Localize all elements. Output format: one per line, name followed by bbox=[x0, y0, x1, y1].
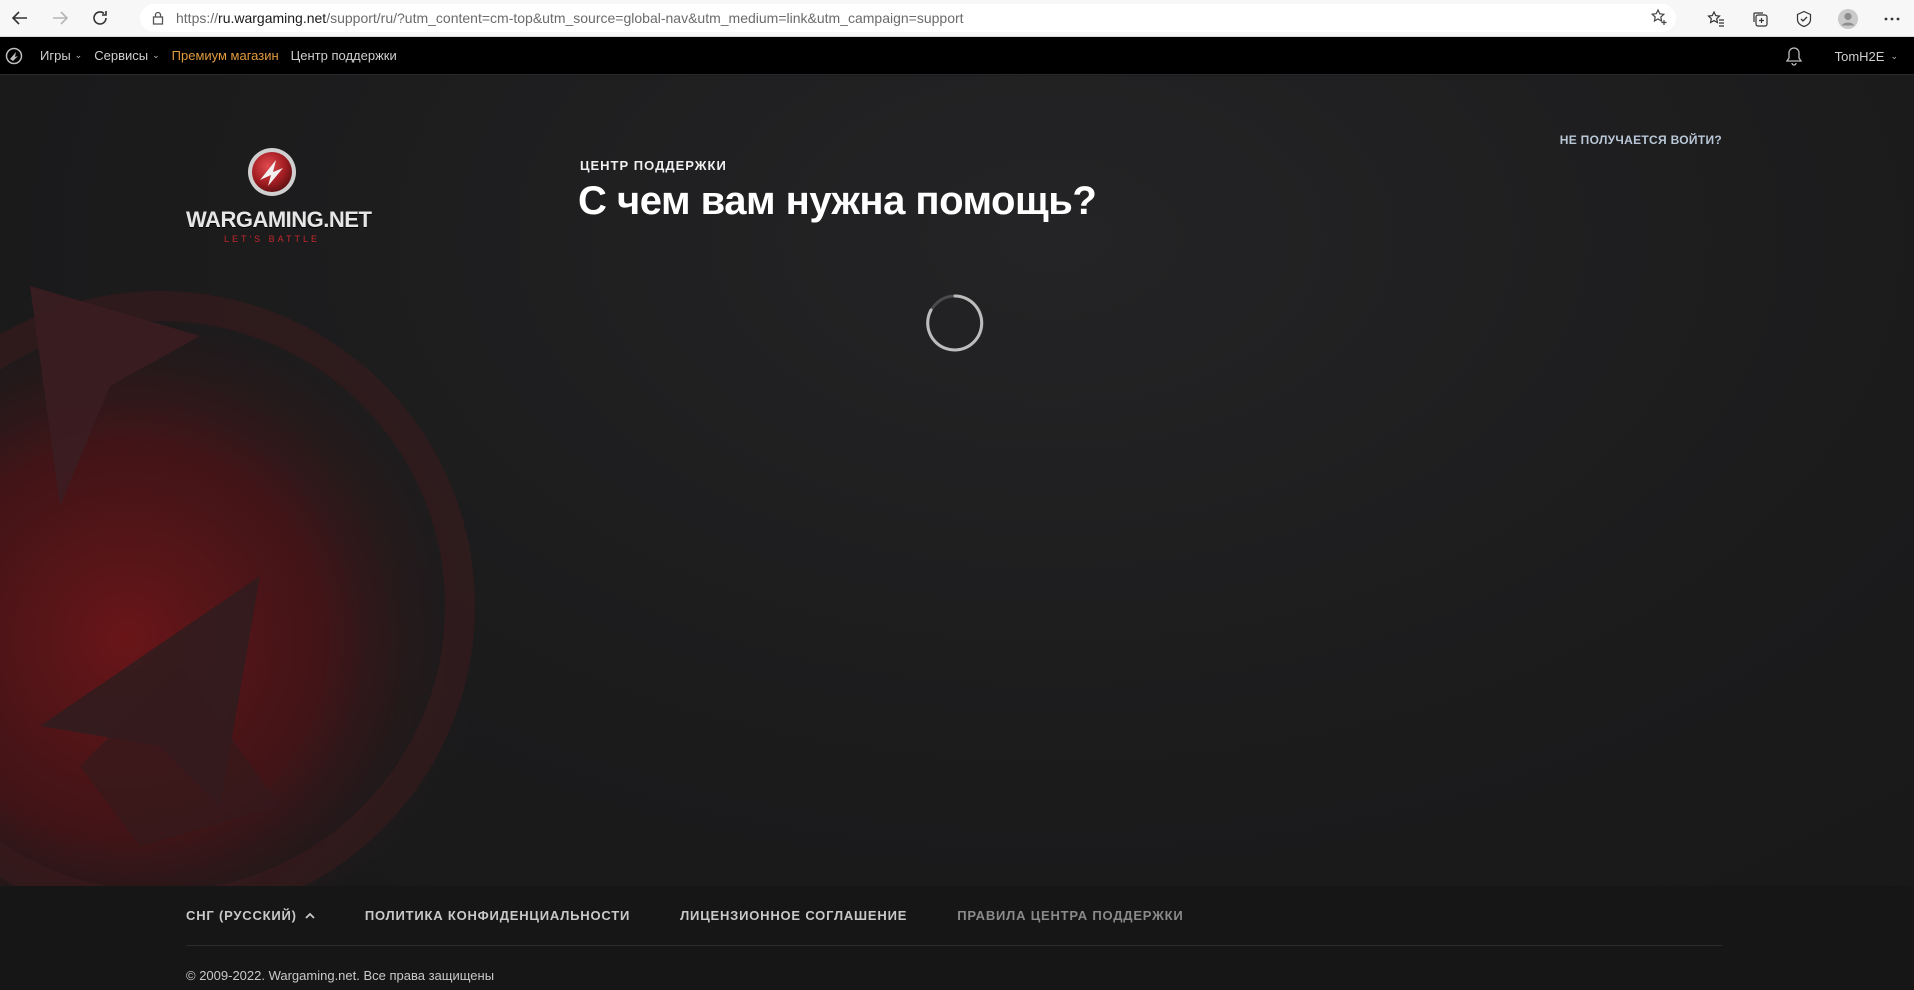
nav-games[interactable]: Игры ⌄ bbox=[40, 48, 82, 63]
nav-games-label: Игры bbox=[40, 48, 71, 63]
browser-toolbar: https://ru.wargaming.net/support/ru/?utm… bbox=[0, 0, 1914, 37]
nav-support-center-label: Центр поддержки bbox=[290, 48, 397, 63]
copyright: © 2009-2022. Wargaming.net. Все права за… bbox=[186, 968, 495, 983]
loading-spinner-icon bbox=[926, 294, 984, 352]
favorites-icon[interactable] bbox=[1694, 0, 1738, 37]
more-menu-icon[interactable] bbox=[1870, 0, 1914, 37]
username: TomH2E bbox=[1834, 48, 1885, 64]
chevron-up-icon bbox=[305, 908, 315, 923]
add-favorite-icon[interactable] bbox=[1650, 8, 1668, 31]
address-bar[interactable]: https://ru.wargaming.net/support/ru/?utm… bbox=[140, 4, 1676, 32]
profile-avatar-icon[interactable] bbox=[1826, 0, 1870, 37]
reload-icon bbox=[93, 11, 107, 25]
support-rules-label: ПРАВИЛА ЦЕНТРА ПОДДЕРЖКИ bbox=[957, 908, 1184, 923]
collections-icon[interactable] bbox=[1738, 0, 1782, 37]
nav-services-label: Сервисы bbox=[94, 48, 149, 63]
notifications-bell-icon[interactable] bbox=[1779, 46, 1809, 66]
wargaming-badge-icon bbox=[248, 148, 296, 196]
page-title: С чем вам нужна помощь? bbox=[578, 179, 1097, 223]
license-agreement-link[interactable]: ЛИЦЕНЗИОННОЕ СОГЛАШЕНИЕ bbox=[680, 908, 907, 923]
brand-tagline: LET'S BATTLE bbox=[223, 234, 321, 244]
privacy-policy-link[interactable]: ПОЛИТИКА КОНФИДЕНЦИАЛЬНОСТИ bbox=[365, 908, 630, 923]
brand-wordmark: WARGAMING.NET bbox=[186, 207, 372, 232]
reload-button[interactable] bbox=[80, 0, 120, 37]
forward-button[interactable] bbox=[40, 0, 80, 37]
login-help-link[interactable]: НЕ ПОЛУЧАЕТСЯ ВОЙТИ? bbox=[1560, 133, 1722, 147]
background-emblem bbox=[0, 276, 490, 886]
lock-icon bbox=[140, 11, 176, 25]
back-button[interactable] bbox=[0, 0, 40, 37]
chevron-down-icon: ⌄ bbox=[152, 50, 160, 60]
url-text: https://ru.wargaming.net/support/ru/?utm… bbox=[176, 10, 964, 26]
region-selector[interactable]: СНГ (РУССКИЙ) bbox=[186, 908, 315, 923]
footer: СНГ (РУССКИЙ) ПОЛИТИКА КОНФИДЕНЦИАЛЬНОСТ… bbox=[0, 886, 1914, 990]
wargaming-brand[interactable]: WARGAMING.NET LET'S BATTLE bbox=[186, 146, 372, 244]
privacy-policy-label: ПОЛИТИКА КОНФИДЕНЦИАЛЬНОСТИ bbox=[364, 908, 631, 923]
license-agreement-label: ЛИЦЕНЗИОННОЕ СОГЛАШЕНИЕ bbox=[680, 908, 908, 923]
arrow-right-icon bbox=[53, 11, 69, 25]
site-top-nav: Игры ⌄ Сервисы ⌄ Премиум магазин Центр п… bbox=[0, 37, 1914, 75]
wargaming-logo-icon[interactable] bbox=[0, 37, 28, 75]
user-menu[interactable]: TomH2E ⌄ bbox=[1835, 49, 1898, 64]
region-label: СНГ (РУССКИЙ) bbox=[186, 908, 297, 923]
support-rules-link[interactable]: ПРАВИЛА ЦЕНТРА ПОДДЕРЖКИ bbox=[957, 908, 1183, 923]
nav-premium-shop[interactable]: Премиум магазин bbox=[172, 48, 279, 63]
main-content: WARGAMING.NET LET'S BATTLE ЦЕНТР ПОДДЕРЖ… bbox=[0, 76, 1914, 886]
nav-support-center[interactable]: Центр поддержки bbox=[291, 48, 397, 63]
nav-premium-shop-label: Премиум магазин bbox=[171, 48, 279, 63]
section-label: ЦЕНТР ПОДДЕРЖКИ bbox=[580, 158, 727, 173]
chevron-down-icon: ⌄ bbox=[1890, 50, 1898, 61]
browser-essentials-icon[interactable] bbox=[1782, 0, 1826, 37]
nav-services[interactable]: Сервисы ⌄ bbox=[94, 48, 159, 63]
arrow-left-icon bbox=[11, 11, 27, 25]
chevron-down-icon: ⌄ bbox=[74, 50, 83, 60]
